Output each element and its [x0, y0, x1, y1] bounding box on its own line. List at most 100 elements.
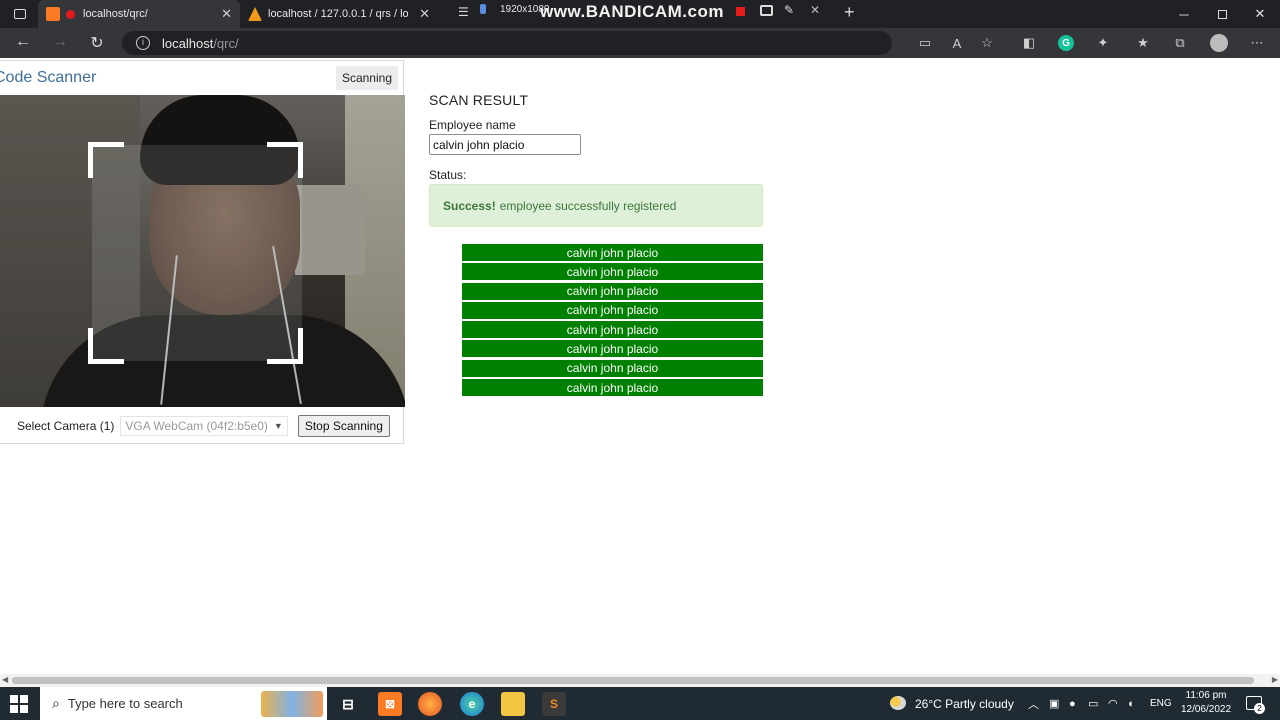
grammarly-icon[interactable]: G	[1058, 35, 1074, 51]
tab-actions-button[interactable]	[6, 0, 34, 28]
success-alert: Success! employee successfully registere…	[429, 184, 763, 227]
collections-icon[interactable]: ⧉	[1172, 35, 1188, 51]
tab-qrc[interactable]: localhost/qrc/ ✕	[38, 0, 240, 28]
camera-video-feed	[0, 95, 405, 407]
scan-corner-bottom-right	[267, 328, 303, 364]
log-entry: calvin john placio	[462, 244, 763, 261]
more-menu-icon[interactable]: ⋯	[1249, 35, 1265, 51]
notification-count: 2	[1254, 703, 1265, 714]
url-path: /qrc/	[213, 35, 239, 51]
weather-text[interactable]: 26°C Partly cloudy	[915, 687, 1014, 720]
clock-date: 12/06/2022	[1180, 704, 1232, 715]
scroll-left-arrow-icon[interactable]: ◀	[2, 675, 8, 684]
scan-corner-top-left	[88, 142, 124, 178]
close-window-button[interactable]: ✕	[1241, 0, 1279, 28]
close-icon: ✕	[1254, 6, 1266, 21]
camera-select-label: Select Camera (1)	[17, 419, 115, 433]
extensions-puzzle-icon[interactable]: ✦	[1095, 35, 1111, 51]
extension-icon[interactable]: ◧	[1021, 35, 1037, 51]
restore-button[interactable]	[1203, 0, 1241, 28]
battery-icon[interactable]: ▭	[1088, 687, 1098, 720]
scan-corner-bottom-left	[88, 328, 124, 364]
status-label: Status:	[429, 168, 467, 182]
reload-button[interactable]: ↻	[86, 33, 108, 53]
tab-close-icon[interactable]: ✕	[419, 6, 430, 22]
log-entry: calvin john placio	[462, 321, 763, 339]
employee-name-field[interactable]: calvin john placio	[429, 134, 581, 155]
tab-close-icon[interactable]: ✕	[221, 6, 232, 22]
scan-result-heading: SCAN RESULT	[429, 92, 529, 108]
camera-permission-icon[interactable]: ▭	[917, 35, 933, 51]
taskbar-search[interactable]: ⌕ Type here to search	[40, 687, 327, 720]
favorites-icon[interactable]: ★	[1135, 35, 1151, 51]
log-entry: calvin john placio	[462, 301, 763, 319]
firefox-app-icon[interactable]	[418, 692, 442, 716]
sublime-text-icon[interactable]: S	[542, 692, 566, 716]
wifi-icon[interactable]: ◠	[1108, 687, 1118, 720]
minimize-button[interactable]: ─	[1165, 0, 1203, 28]
log-entry: calvin john placio	[462, 359, 763, 377]
favorite-star-icon[interactable]: ☆	[979, 35, 995, 51]
microphone-icon[interactable]: ●	[1069, 687, 1076, 720]
forward-button[interactable]: →	[49, 33, 71, 51]
url-host: localhost	[162, 35, 214, 51]
tab-phpmyadmin[interactable]: localhost / 127.0.0.1 / qrs / logs ✕	[240, 0, 438, 28]
recording-dot-icon	[66, 9, 75, 19]
address-field[interactable]: i localhost/qrc/	[122, 31, 892, 55]
record-stop-icon[interactable]	[736, 7, 745, 16]
recorder-menu-icon[interactable]: ☰	[458, 5, 469, 19]
file-explorer-icon[interactable]	[501, 692, 525, 716]
weather-icon	[890, 696, 906, 710]
read-aloud-icon[interactable]: A	[949, 35, 965, 51]
scanner-title: Code Scanner	[0, 69, 97, 86]
forward-arrow-icon: →	[52, 33, 68, 50]
info-icon[interactable]: i	[136, 36, 150, 50]
stop-scanning-button[interactable]: Stop Scanning	[297, 415, 390, 437]
scroll-right-arrow-icon[interactable]: ▶	[1272, 675, 1278, 684]
chevron-down-icon: ▼	[273, 421, 283, 431]
bandicam-watermark: www.BANDICAM.com	[540, 2, 724, 21]
recorder-pin-icon[interactable]	[480, 4, 486, 14]
volume-icon[interactable]: ◖	[1127, 687, 1134, 720]
scanner-controls: Select Camera (1) VGA WebCam (04f2:b5e0)…	[0, 407, 403, 445]
chevron-up-icon[interactable]: ︿	[1028, 687, 1039, 720]
back-button[interactable]: ←	[12, 33, 34, 51]
page-content: Code Scanner Scanning Select Camera (1) …	[0, 58, 1280, 674]
windows-start-icon[interactable]	[10, 695, 28, 713]
restore-icon	[1217, 9, 1227, 19]
scanner-card: Code Scanner Scanning Select Camera (1) …	[0, 60, 405, 445]
browser-tab-bar: localhost/qrc/ ✕ localhost / 127.0.0.1 /…	[0, 0, 1280, 28]
minimize-icon: ─	[1179, 6, 1189, 22]
search-icon: ⌕	[52, 695, 60, 711]
usb-icon[interactable]: ▣	[1049, 687, 1059, 720]
edge-app-icon[interactable]: e	[460, 692, 484, 716]
scrollbar-thumb[interactable]	[12, 677, 1254, 684]
recorder-close-icon[interactable]: ✕	[810, 3, 820, 17]
xampp-app-icon[interactable]: ⊠	[378, 692, 402, 716]
tab-title: localhost/qrc/	[83, 8, 148, 20]
scan-log-list: calvin john placio calvin john placio ca…	[462, 244, 763, 398]
camera-select[interactable]: VGA WebCam (04f2:b5e0) ▼	[120, 416, 288, 436]
employee-name-label: Employee name	[429, 118, 516, 132]
task-view-icon[interactable]: ⊟	[336, 692, 360, 716]
log-entry: calvin john placio	[462, 263, 763, 281]
xampp-favicon-icon	[46, 7, 60, 21]
camera-icon[interactable]	[760, 5, 773, 16]
search-placeholder: Type here to search	[67, 696, 183, 711]
tab-title: localhost / 127.0.0.1 / qrs / logs	[268, 8, 408, 20]
new-tab-button[interactable]: +	[844, 2, 855, 23]
search-highlight-icon	[261, 691, 323, 717]
address-toolbar: ← → ↻ i localhost/qrc/ ▭ A ☆ ◧ G ✦ ★ ⧉ ⋯	[0, 28, 1280, 58]
language-indicator[interactable]: ENG	[1150, 687, 1172, 720]
profile-avatar-icon[interactable]	[1210, 34, 1228, 52]
horizontal-scrollbar[interactable]: ◀ ▶	[0, 674, 1280, 687]
log-entry: calvin john placio	[462, 282, 763, 300]
reload-icon: ↻	[90, 35, 104, 52]
pencil-icon[interactable]: ✎	[784, 3, 794, 17]
tab-actions-icon	[14, 9, 26, 19]
clock-time: 11:06 pm	[1185, 690, 1227, 701]
alert-strong-text: Success!	[443, 198, 496, 213]
log-entry: calvin john placio	[462, 379, 763, 397]
scanning-status-badge: Scanning	[335, 66, 398, 90]
taskbar-clock[interactable]: 11:06 pm 12/06/2022	[1175, 689, 1237, 717]
